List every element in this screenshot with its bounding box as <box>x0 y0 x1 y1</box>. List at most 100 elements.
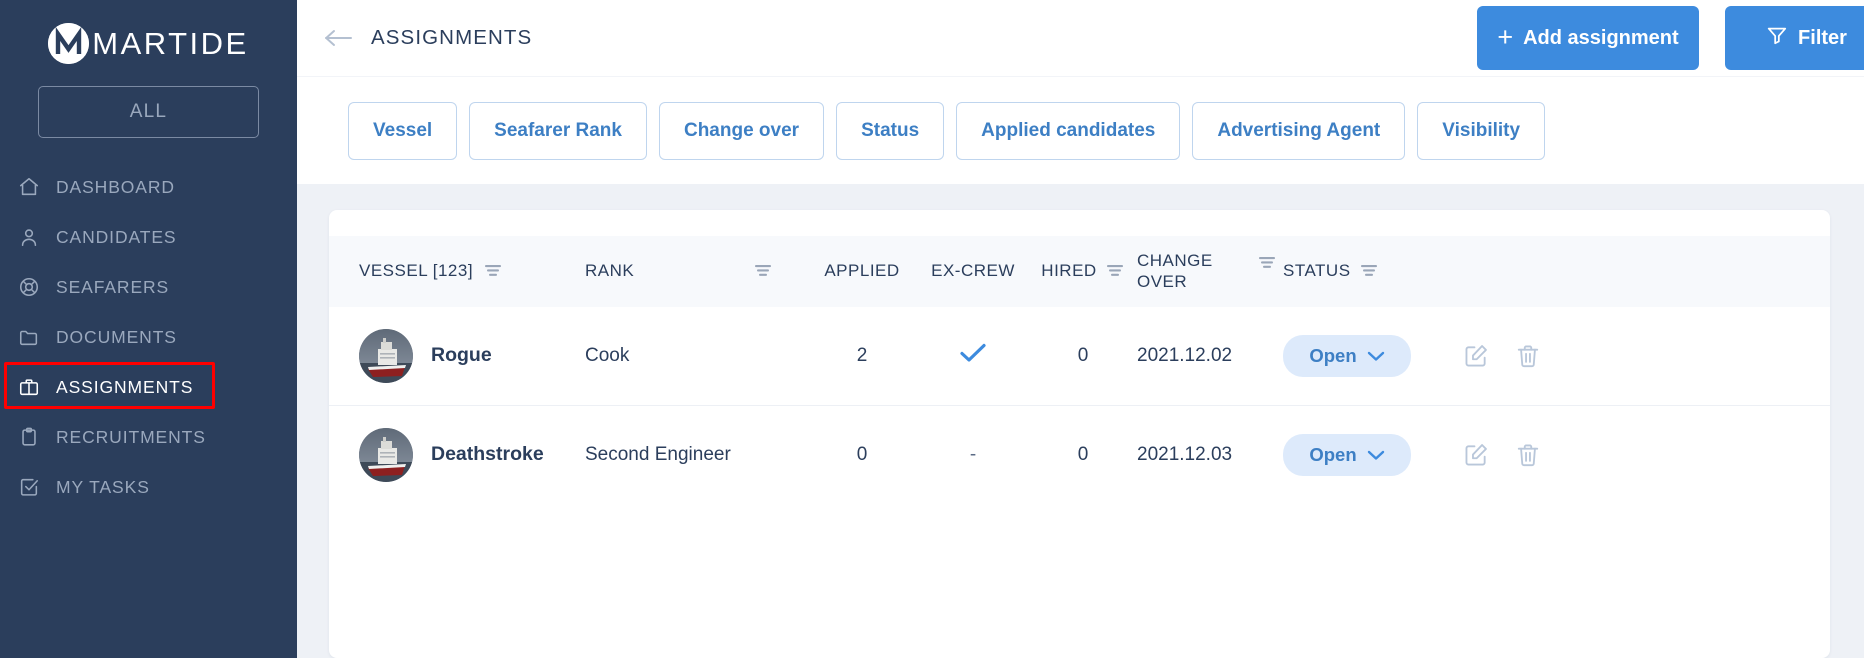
header-actions: + Add assignment Filter <box>1477 6 1864 70</box>
filter-pill-bar: Vessel Seafarer Rank Change over Status … <box>297 76 1864 184</box>
chevron-down-icon <box>1367 345 1385 367</box>
vessel-name: Rogue <box>431 344 492 366</box>
filter-button[interactable]: Filter <box>1725 6 1864 70</box>
table-row[interactable]: Deathstroke Second Engineer 0 - 0 2021.1… <box>329 405 1830 504</box>
cell-ex-crew <box>917 306 1029 406</box>
cell-hired: 0 <box>1077 443 1089 465</box>
checkbox-icon <box>18 476 40 498</box>
column-header-change-over[interactable]: CHANGE OVER <box>1137 236 1283 307</box>
filter-pill-label: Status <box>861 119 920 141</box>
cell-rank: Second Engineer <box>585 443 731 465</box>
home-icon <box>18 176 40 198</box>
app-root: MARTIDE ALL DASHBOARD CANDIDATES SEAFARE… <box>0 0 1864 658</box>
sidebar-item-my-tasks[interactable]: MY TASKS <box>0 462 297 512</box>
user-icon <box>18 226 40 248</box>
sort-icon[interactable] <box>1257 254 1277 272</box>
status-badge-open[interactable]: Open <box>1283 433 1411 476</box>
status-label: Open <box>1309 443 1357 465</box>
filter-pill-status[interactable]: Status <box>836 101 945 160</box>
sort-icon[interactable] <box>1359 262 1379 280</box>
trash-icon[interactable] <box>1515 343 1541 369</box>
cell-applied: 0 <box>856 443 868 465</box>
plus-icon: + <box>1497 21 1514 52</box>
column-header-applied: APPLIED <box>807 236 917 307</box>
column-label: STATUS <box>1283 261 1351 281</box>
column-label: CHANGE OVER <box>1137 251 1213 292</box>
cell-applied: 2 <box>807 306 917 406</box>
funnel-icon <box>1766 24 1788 52</box>
sidebar-item-label: ASSIGNMENTS <box>56 376 194 397</box>
filter-pill-label: Applied candidates <box>981 119 1156 141</box>
table-area: VESSEL [123] RANK APPLIED EX-CREW HIRED … <box>297 184 1864 658</box>
filter-pill-seafarer-rank[interactable]: Seafarer Rank <box>469 101 647 160</box>
sort-icon[interactable] <box>1105 262 1125 280</box>
filter-pill-applied-candidates[interactable]: Applied candidates <box>956 101 1181 160</box>
table-row[interactable]: Rogue Cook 2 0 2021.12.02 Open <box>329 306 1830 406</box>
column-header-rank[interactable]: RANK <box>585 236 807 307</box>
brand-name: MARTIDE <box>92 25 249 61</box>
trash-icon[interactable] <box>1515 442 1541 468</box>
sidebar-item-recruitments[interactable]: RECRUITMENTS <box>0 412 297 462</box>
sidebar-item-candidates[interactable]: CANDIDATES <box>0 212 297 262</box>
add-assignment-label: Add assignment <box>1523 26 1679 49</box>
page-title: ASSIGNMENTS <box>371 26 533 49</box>
status-badge-open[interactable]: Open <box>1283 334 1411 377</box>
cell-vessel: Deathstroke <box>359 405 585 504</box>
column-header-hired[interactable]: HIRED <box>1029 236 1137 307</box>
sidebar-item-seafarers[interactable]: SEAFARERS <box>0 262 297 312</box>
edit-icon[interactable] <box>1463 343 1489 369</box>
sidebar: MARTIDE ALL DASHBOARD CANDIDATES SEAFARE… <box>0 0 297 658</box>
column-label: HIRED <box>1041 261 1097 281</box>
sidebar-item-label: CANDIDATES <box>56 226 177 247</box>
cell-change-over: 2021.12.02 <box>1137 306 1283 406</box>
vessel-photo-avatar <box>359 328 413 383</box>
sidebar-item-label: DASHBOARD <box>56 176 175 197</box>
sidebar-item-label: MY TASKS <box>56 476 150 497</box>
filter-pill-label: Seafarer Rank <box>494 119 622 141</box>
cell-vessel: Rogue <box>359 306 585 406</box>
check-icon <box>959 343 987 369</box>
scope-selector-label: ALL <box>129 101 168 122</box>
filter-label: Filter <box>1798 26 1847 49</box>
filter-pill-vessel[interactable]: Vessel <box>348 101 458 160</box>
status-label: Open <box>1309 344 1357 366</box>
filter-pill-visibility[interactable]: Visibility <box>1417 101 1546 160</box>
column-label: VESSEL [123] <box>359 261 474 281</box>
briefcase-icon <box>18 376 40 398</box>
column-header-vessel[interactable]: VESSEL [123] <box>359 236 585 307</box>
table-body: Rogue Cook 2 0 2021.12.02 Open Deathstro… <box>329 306 1830 504</box>
filter-pill-advertising-agent[interactable]: Advertising Agent <box>1192 101 1406 160</box>
cell-rank: Cook <box>585 306 807 406</box>
page-header: ASSIGNMENTS + Add assignment Filter <box>297 0 1864 76</box>
chevron-down-icon <box>1367 444 1385 466</box>
column-header-status[interactable]: STATUS <box>1283 236 1433 307</box>
lifebuoy-icon <box>18 276 40 298</box>
sort-icon[interactable] <box>483 262 503 280</box>
sort-icon[interactable] <box>753 262 773 280</box>
assignments-card: VESSEL [123] RANK APPLIED EX-CREW HIRED … <box>329 210 1830 658</box>
sidebar-item-documents[interactable]: DOCUMENTS <box>0 312 297 362</box>
column-label: EX-CREW <box>931 261 1015 281</box>
cell-hired: 0 <box>1029 306 1137 406</box>
sidebar-item-label: SEAFARERS <box>56 276 170 297</box>
sidebar-item-label: RECRUITMENTS <box>56 426 206 447</box>
sidebar-item-dashboard[interactable]: DASHBOARD <box>0 162 297 212</box>
sidebar-nav: DASHBOARD CANDIDATES SEAFARERS DOCUMENTS… <box>0 162 297 512</box>
arrow-left-icon[interactable] <box>321 21 355 55</box>
filter-pill-change-over[interactable]: Change over <box>658 101 825 160</box>
filter-pill-label: Vessel <box>373 119 433 141</box>
row-spacer <box>329 306 359 406</box>
column-label: RANK <box>585 261 635 281</box>
brand-logo[interactable]: MARTIDE <box>0 0 297 78</box>
cell-ex-crew: - <box>969 443 977 465</box>
folder-icon <box>18 326 40 348</box>
edit-icon[interactable] <box>1463 442 1489 468</box>
sidebar-item-assignments[interactable]: ASSIGNMENTS <box>0 362 297 412</box>
scope-selector-all[interactable]: ALL <box>38 86 259 138</box>
cell-status: Open <box>1283 405 1433 504</box>
cell-actions <box>1433 405 1830 504</box>
cell-status: Open <box>1283 306 1433 406</box>
column-label: APPLIED <box>824 261 900 281</box>
add-assignment-button[interactable]: + Add assignment <box>1477 6 1699 70</box>
sidebar-item-label: DOCUMENTS <box>56 326 177 347</box>
